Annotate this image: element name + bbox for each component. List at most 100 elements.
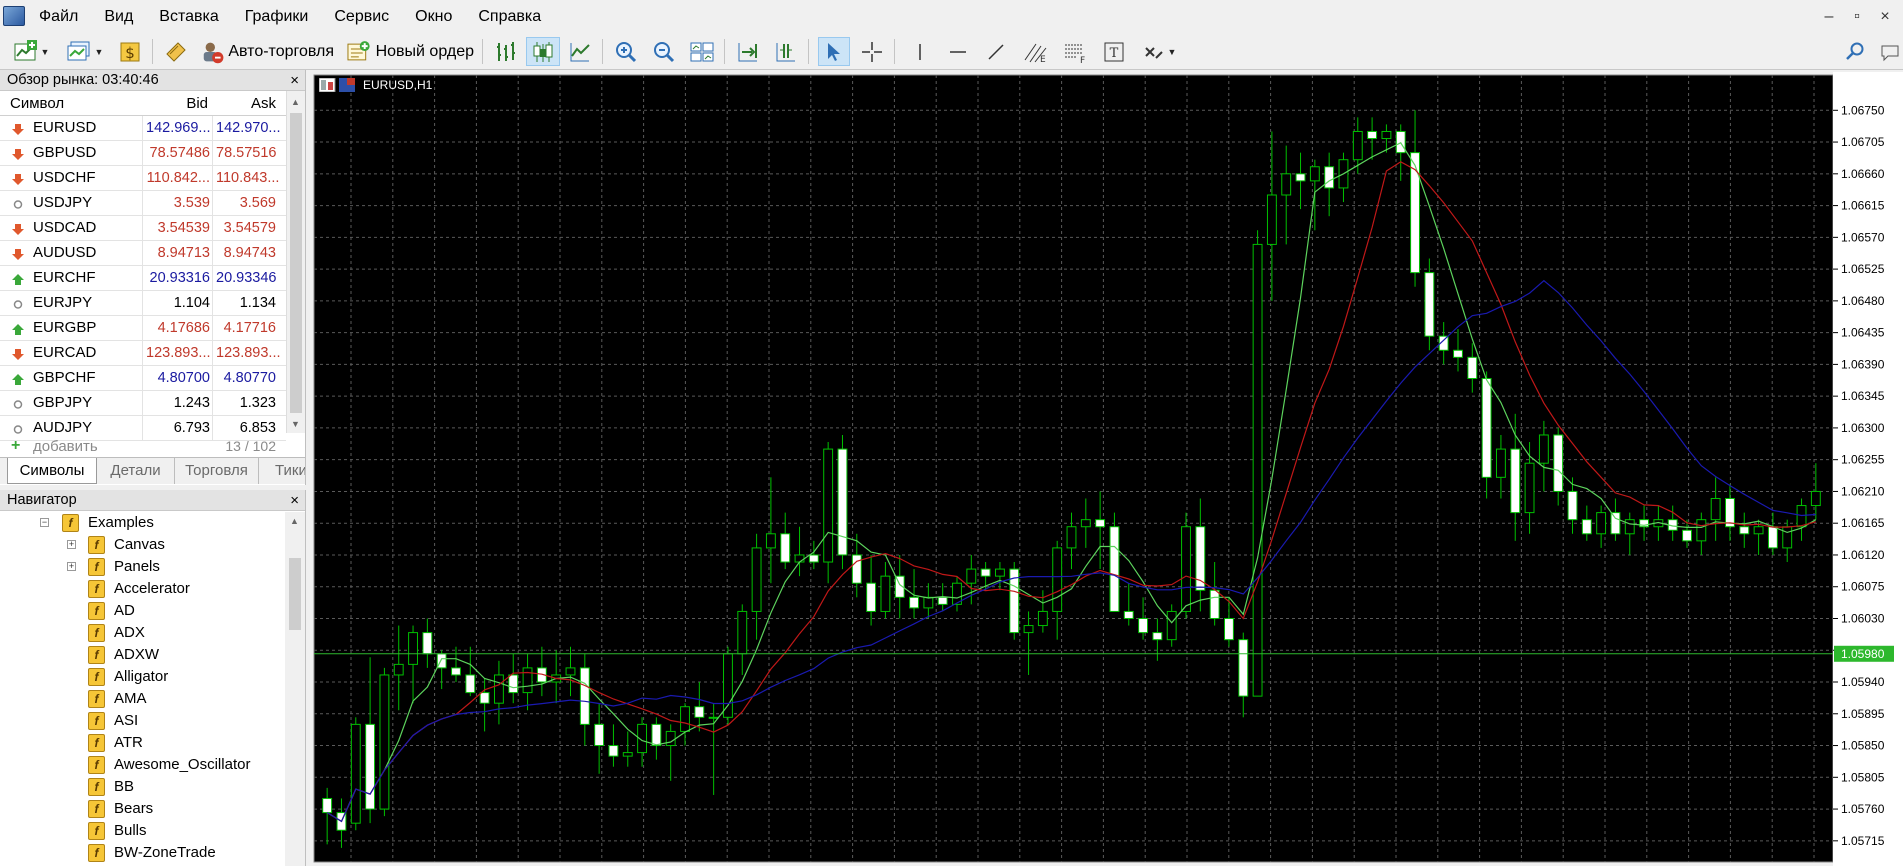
- market-watch-row[interactable]: EURCAD 123.893... 123.893...: [0, 341, 286, 366]
- market-watch-row[interactable]: USDJPY 3.539 3.569: [0, 191, 286, 216]
- auto-trading-button[interactable]: Авто-торговля: [198, 37, 334, 66]
- app-icon[interactable]: [3, 6, 25, 26]
- navigator-item[interactable]: f AD: [0, 600, 285, 622]
- tab-details[interactable]: Детали: [97, 458, 175, 484]
- menu-insert[interactable]: Вставка: [146, 0, 231, 33]
- navigator-item[interactable]: f BW-ZoneTrade: [0, 842, 285, 864]
- market-watch-row[interactable]: GBPUSD 78.57486 78.57516: [0, 141, 286, 166]
- chart-shift-button[interactable]: [770, 37, 802, 66]
- tab-trading[interactable]: Торговля: [175, 458, 259, 484]
- market-watch-title: Обзор рынка: 03:40:46 ×: [0, 70, 305, 91]
- market-watch-row[interactable]: AUDJPY 6.793 6.853: [0, 416, 286, 441]
- search-button[interactable]: [1840, 37, 1870, 66]
- market-watch-close-icon[interactable]: ×: [290, 70, 299, 91]
- text-tool-button[interactable]: T: [1098, 37, 1130, 66]
- navigator-close-icon[interactable]: ×: [290, 490, 299, 511]
- new-order-button[interactable]: Новый ордер: [344, 37, 474, 66]
- scroll-thumb[interactable]: [289, 558, 301, 630]
- vertical-line-button[interactable]: [904, 37, 936, 66]
- navigator-item[interactable]: f Bears: [0, 798, 285, 820]
- chart-window[interactable]: 1.06750 1.06705 1.06660 1.06615 1.06570 1.065…: [311, 72, 1903, 866]
- new-chart-button[interactable]: ▼: [8, 37, 54, 66]
- chat-button[interactable]: [1876, 37, 1903, 66]
- arrow-up-icon: [12, 274, 24, 285]
- market-watch-row[interactable]: USDCAD 3.54539 3.54579: [0, 216, 286, 241]
- candle-bear: [651, 723, 662, 747]
- y-tick-label: 1.06750: [1841, 103, 1885, 117]
- fibonacci-button[interactable]: F: [1058, 37, 1092, 66]
- market-watch-row[interactable]: EURCHF 20.93316 20.93346: [0, 266, 286, 291]
- menu-view[interactable]: Вид: [91, 0, 146, 33]
- navigator-item[interactable]: f Bulls: [0, 820, 285, 842]
- navigator-item[interactable]: f Accelerator: [0, 578, 285, 600]
- trendline-button[interactable]: [980, 37, 1012, 66]
- menu-charts[interactable]: Графики: [232, 0, 322, 33]
- cursor-tool-button[interactable]: [818, 37, 850, 66]
- crosshair-button[interactable]: [856, 37, 888, 66]
- expand-toggle-icon[interactable]: +: [67, 562, 76, 571]
- menu-help[interactable]: Справка: [465, 0, 554, 33]
- meta-editor-button[interactable]: [160, 37, 192, 66]
- scroll-up-icon[interactable]: ▲: [290, 516, 299, 526]
- restore-button[interactable]: ▫: [1843, 0, 1871, 33]
- candle-bear: [808, 554, 819, 563]
- close-button[interactable]: ×: [1871, 0, 1899, 33]
- menu-file[interactable]: Файл: [26, 0, 91, 33]
- candle-bull: [680, 706, 690, 732]
- scroll-thumb[interactable]: [290, 113, 302, 413]
- market-watch-row[interactable]: USDCHF 110.842... 110.843...: [0, 166, 286, 191]
- symbol-name: EURCAD: [33, 344, 97, 361]
- market-watch-row[interactable]: EURGBP 4.17686 4.17716: [0, 316, 286, 341]
- navigator-item[interactable]: f BB: [0, 776, 285, 798]
- candle-bull: [1052, 547, 1063, 612]
- market-watch-row[interactable]: EURJPY 1.104 1.134: [0, 291, 286, 316]
- shapes-button[interactable]: ▼: [1136, 37, 1182, 66]
- market-watch-row[interactable]: AUDUSD 8.94713 8.94743: [0, 241, 286, 266]
- profiles-button[interactable]: ▼: [62, 37, 108, 66]
- column-ask[interactable]: Ask: [240, 91, 276, 116]
- auto-scroll-button[interactable]: [732, 37, 764, 66]
- column-bid[interactable]: Bid: [176, 91, 208, 116]
- bar-chart-button[interactable]: [490, 37, 522, 66]
- equidistant-channel-button[interactable]: E: [1018, 37, 1052, 66]
- menu-tools[interactable]: Сервис: [321, 0, 402, 33]
- candlestick-button[interactable]: [526, 37, 560, 66]
- horizontal-line-button[interactable]: [942, 37, 974, 66]
- market-watch-button[interactable]: $: [114, 37, 146, 66]
- market-watch-row[interactable]: GBPJPY 1.243 1.323: [0, 391, 286, 416]
- navigator-item[interactable]: + f Canvas: [0, 534, 285, 556]
- minimize-button[interactable]: –: [1815, 0, 1843, 33]
- navigator-item[interactable]: f ADXW: [0, 644, 285, 666]
- scroll-up-icon[interactable]: ▲: [291, 97, 300, 107]
- line-chart-button[interactable]: [564, 37, 596, 66]
- chart-canvas[interactable]: 1.06750 1.06705 1.06660 1.06615 1.06570 1.065…: [311, 72, 1903, 866]
- candle-bear: [1295, 173, 1306, 182]
- candle-bull: [379, 674, 390, 810]
- navigator-item[interactable]: − f Examples: [0, 512, 285, 534]
- navigator-item[interactable]: f ASI: [0, 710, 285, 732]
- expand-toggle-icon[interactable]: −: [40, 518, 49, 527]
- navigator-item[interactable]: f ADX: [0, 622, 285, 644]
- zoom-in-button[interactable]: [610, 37, 642, 66]
- navigator-item[interactable]: f Alligator: [0, 666, 285, 688]
- zoom-out-button[interactable]: [648, 37, 680, 66]
- tab-symbols[interactable]: Символы: [7, 458, 97, 484]
- navigator-item[interactable]: f ATR: [0, 732, 285, 754]
- market-watch-row[interactable]: EURUSD 142.969... 142.970...: [0, 116, 286, 141]
- navigator-item[interactable]: + f Panels: [0, 556, 285, 578]
- navigator-item[interactable]: f Awesome_Oscillator: [0, 754, 285, 776]
- menu-window[interactable]: Окно: [402, 0, 465, 33]
- expand-toggle-icon[interactable]: +: [67, 540, 76, 549]
- scroll-down-icon[interactable]: ▼: [291, 419, 300, 429]
- tab-ticks[interactable]: Тики: [262, 458, 305, 484]
- market-watch-scrollbar[interactable]: ▲ ▼: [286, 91, 305, 433]
- candle-bear: [451, 667, 461, 676]
- navigator-scrollbar[interactable]: ▲: [285, 512, 305, 866]
- ask-price: 8.94743: [223, 245, 276, 261]
- tile-windows-button[interactable]: [686, 37, 718, 66]
- navigator-item[interactable]: f AMA: [0, 688, 285, 710]
- column-symbol[interactable]: Символ: [10, 91, 64, 116]
- market-watch-row[interactable]: GBPCHF 4.80700 4.80770: [0, 366, 286, 391]
- symbol-name: EURCHF: [33, 269, 96, 286]
- add-symbol-row[interactable]: + добавить 13 / 102: [0, 440, 286, 456]
